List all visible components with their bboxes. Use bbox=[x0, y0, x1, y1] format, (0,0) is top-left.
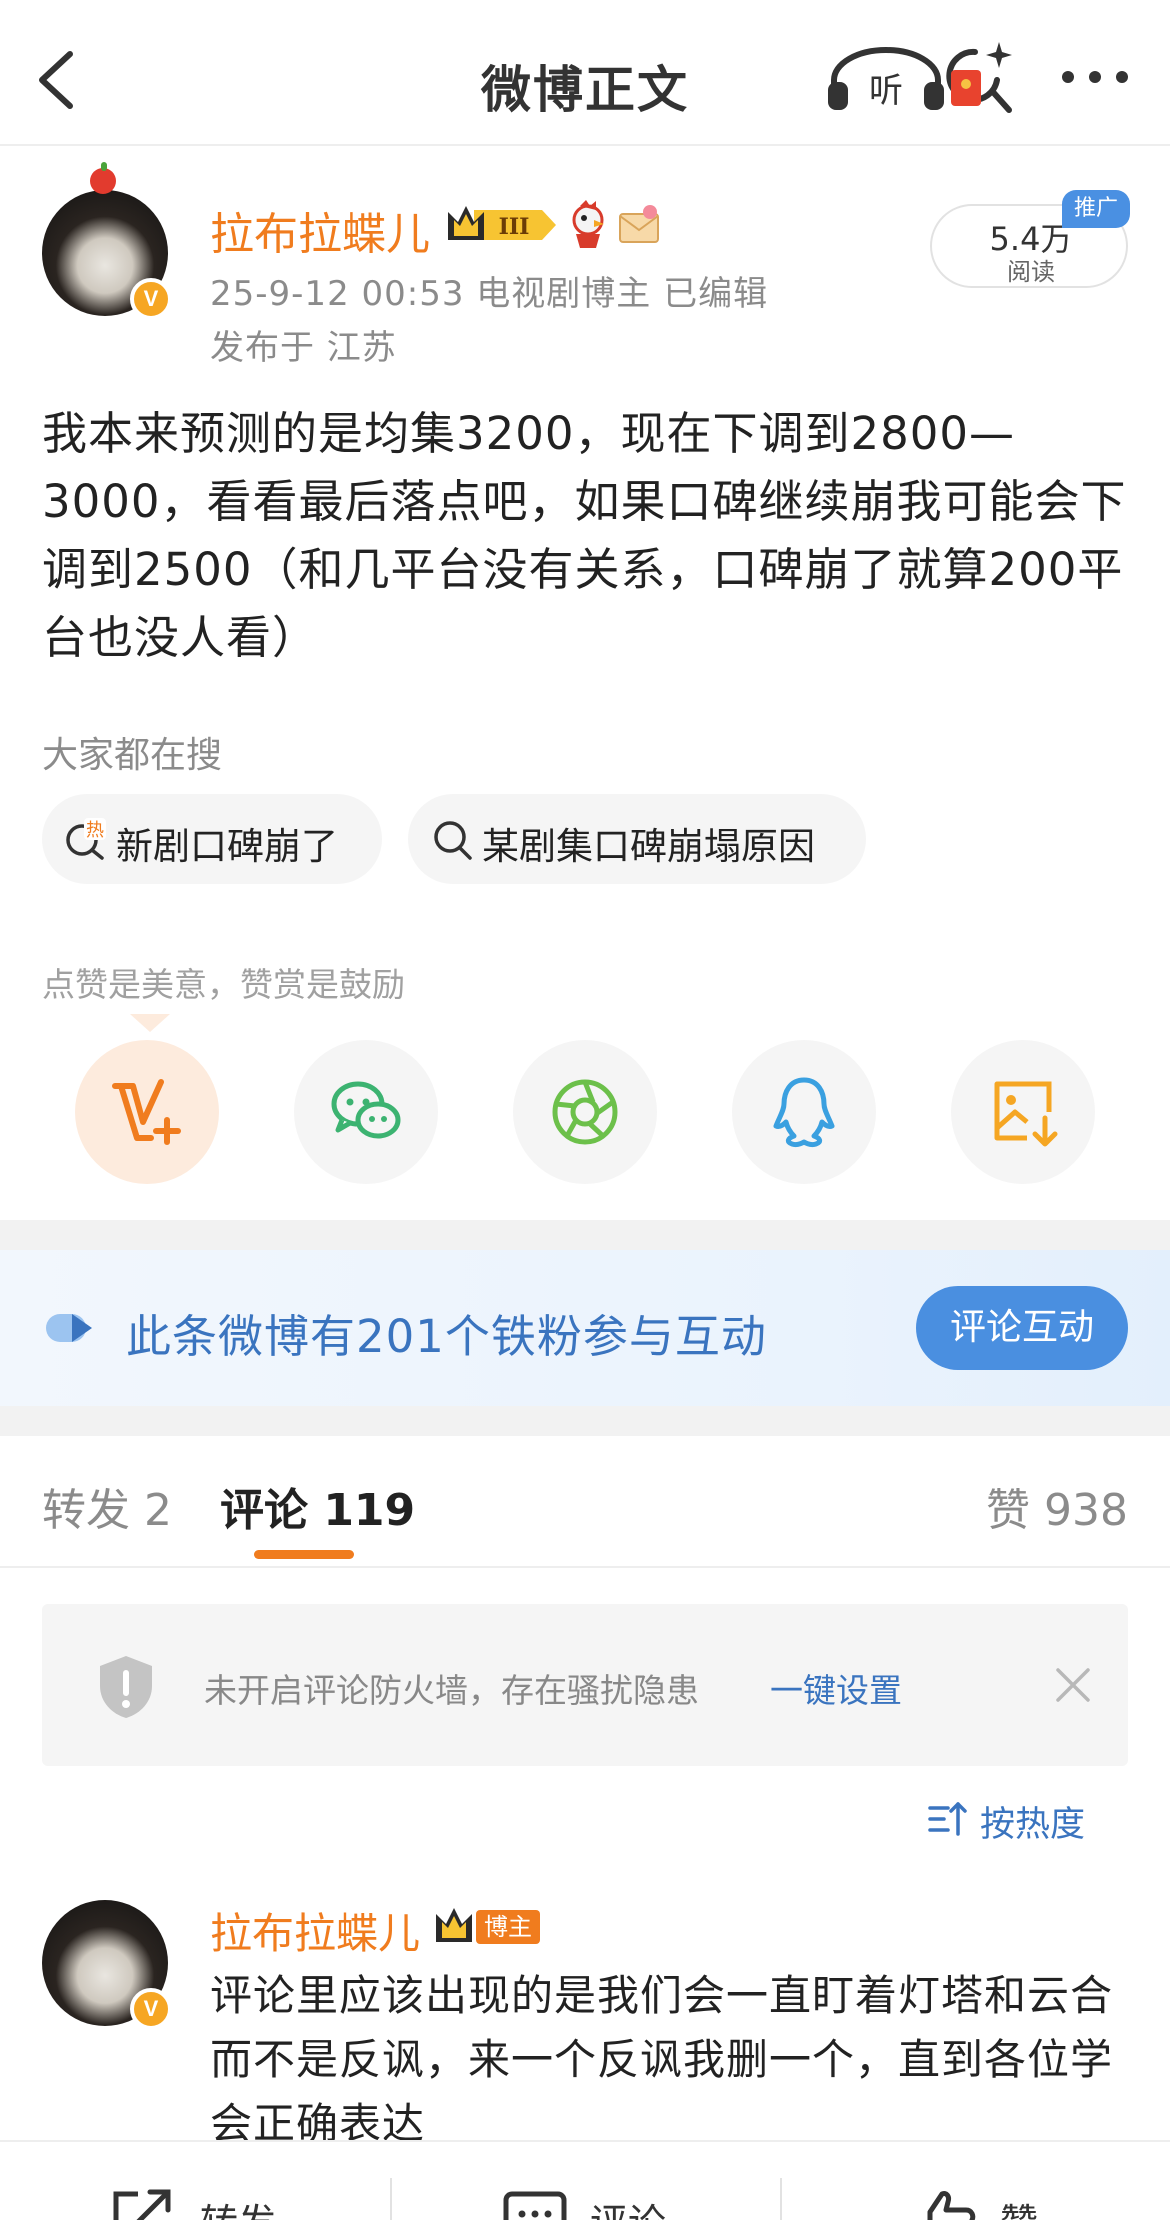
commenter-name[interactable]: 拉布拉蝶儿 bbox=[210, 1900, 420, 1961]
author-tag: 博主 bbox=[476, 1910, 540, 1944]
red-packet-search-button[interactable] bbox=[945, 40, 1015, 115]
top-navigation-bar: 微博正文 听 bbox=[0, 0, 1170, 146]
comment-body: 评论里应该出现的是我们会一直盯着灯塔和云合而不是反讽，来一个反讽我删一个，直到各… bbox=[210, 1971, 1114, 2148]
apple-decoration-icon bbox=[90, 162, 116, 194]
thumbs-up-icon bbox=[927, 2191, 976, 2220]
sort-by-hot-button[interactable]: 按热度 bbox=[928, 1794, 1128, 1845]
hot-search-icon: 热 bbox=[66, 818, 106, 860]
repost-label: 转发 bbox=[200, 2192, 276, 2220]
sort-icon bbox=[928, 1802, 967, 1836]
section-divider bbox=[0, 1406, 1170, 1436]
fan-interaction-banner[interactable]: 此条微博有201个铁粉参与互动 评论互动 bbox=[0, 1250, 1170, 1406]
repost-icon bbox=[113, 2189, 171, 2220]
shield-warning-icon bbox=[100, 1656, 152, 1718]
search-chip[interactable]: 某剧集口碑崩塌原因 bbox=[408, 794, 866, 884]
repost-button[interactable]: 转发 bbox=[0, 2142, 390, 2220]
firewall-notice-text: 未开启评论防火墙，存在骚扰隐患 bbox=[204, 1671, 699, 1710]
trending-search-title: 大家都在搜 bbox=[42, 735, 223, 776]
comment-interact-button[interactable]: 评论互动 bbox=[916, 1286, 1128, 1370]
one-click-setup-link[interactable]: 一键设置 bbox=[770, 1664, 902, 1712]
author-avatar[interactable]: V bbox=[42, 162, 172, 320]
tab-likes[interactable]: 赞 938 bbox=[986, 1474, 1128, 1538]
verified-badge-icon: V bbox=[130, 1988, 172, 2030]
verified-badge-icon: V bbox=[130, 278, 172, 320]
wechat-icon bbox=[331, 1081, 401, 1139]
close-icon[interactable] bbox=[1054, 1666, 1092, 1704]
chicken-mascot-icon bbox=[572, 200, 604, 248]
post-location: 发布于 江苏 bbox=[210, 328, 397, 368]
envelope-badge-icon bbox=[619, 205, 659, 243]
reward-pointer bbox=[130, 1014, 170, 1032]
fan-toggle-icon bbox=[46, 1314, 92, 1342]
reward-v-icon bbox=[112, 1079, 181, 1145]
svg-text:III: III bbox=[499, 214, 530, 240]
read-count-label: 阅读 bbox=[1007, 258, 1055, 286]
save-image-icon bbox=[994, 1081, 1058, 1147]
crown-level-icon bbox=[436, 1908, 472, 1942]
post-tabs: 转发 2 评论 119 赞 938 bbox=[0, 1436, 1170, 1568]
svg-text:听: 听 bbox=[869, 71, 903, 111]
more-dots-icon bbox=[1062, 71, 1128, 83]
qq-icon bbox=[773, 1077, 835, 1148]
section-divider bbox=[0, 1220, 1170, 1250]
author-name[interactable]: 拉布拉蝶儿 bbox=[210, 198, 430, 262]
listen-button[interactable]: 听 bbox=[824, 44, 948, 114]
comment-label: 评论 bbox=[590, 2192, 666, 2220]
comment-firewall-notice: 未开启评论防火墙，存在骚扰隐患 一键设置 bbox=[42, 1604, 1128, 1766]
promote-tag[interactable]: 推广 bbox=[1062, 190, 1130, 228]
red-packet-search-icon bbox=[946, 42, 1012, 113]
share-wechat-button[interactable] bbox=[294, 1040, 438, 1184]
tab-comments[interactable]: 评论 119 bbox=[220, 1474, 415, 1538]
search-chip-label: 某剧集口碑崩塌原因 bbox=[482, 825, 815, 868]
search-chip-label: 新剧口碑崩了 bbox=[116, 825, 338, 868]
sort-label: 按热度 bbox=[980, 1805, 1086, 1845]
reward-button[interactable] bbox=[75, 1040, 219, 1184]
reward-hint: 点赞是美意，赞赏是鼓励 bbox=[42, 965, 405, 1004]
svg-text:热: 热 bbox=[86, 820, 104, 841]
search-chip[interactable]: 热 新剧口碑崩了 bbox=[42, 794, 382, 884]
active-tab-indicator bbox=[254, 1550, 354, 1559]
fan-interaction-text: 此条微博有201个铁粉参与互动 bbox=[126, 1310, 767, 1363]
commenter-avatar[interactable]: V bbox=[42, 1900, 172, 2030]
more-button[interactable] bbox=[1060, 62, 1130, 92]
comment-button[interactable]: 评论 bbox=[390, 2142, 780, 2220]
save-image-button[interactable] bbox=[951, 1040, 1095, 1184]
moments-icon bbox=[552, 1079, 618, 1145]
search-icon bbox=[434, 821, 472, 860]
post-body: 我本来预测的是均集3200，现在下调到2800—3000，看看最后落点吧，如果口… bbox=[42, 407, 1127, 664]
comment-icon bbox=[503, 2191, 567, 2220]
like-label: 赞 bbox=[1000, 2192, 1038, 2220]
headphones-icon: 听 bbox=[828, 47, 944, 111]
tab-repost[interactable]: 转发 2 bbox=[42, 1474, 172, 1538]
share-moments-button[interactable] bbox=[513, 1040, 657, 1184]
post-meta: 25-9-12 00:53 电视剧博主 已编辑 bbox=[210, 274, 769, 314]
like-button[interactable]: 赞 bbox=[780, 2142, 1170, 2220]
crown-level-badge-icon: III bbox=[448, 206, 556, 240]
bottom-action-bar: 转发 评论 赞 bbox=[0, 2140, 1170, 2220]
share-qq-button[interactable] bbox=[732, 1040, 876, 1184]
